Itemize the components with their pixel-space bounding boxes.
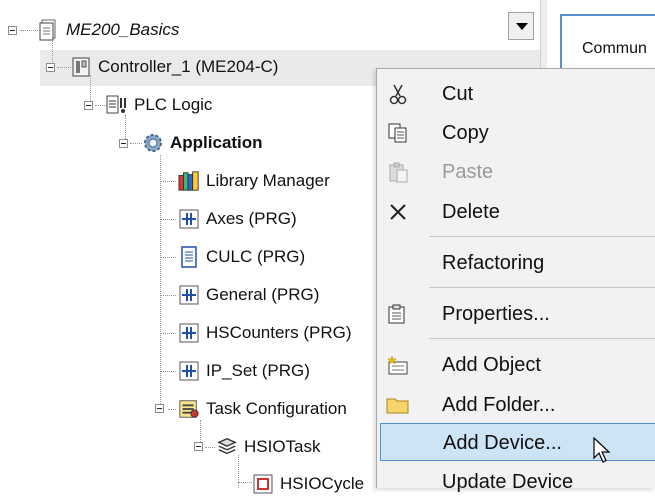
tree-node-application[interactable]: Application (142, 126, 263, 160)
tree-connector (20, 30, 38, 31)
task-stack-icon (216, 435, 238, 459)
menu-item-paste[interactable]: Paste (377, 153, 655, 191)
menu-item-label: Delete (442, 201, 500, 223)
tree-dropdown-button[interactable] (508, 12, 534, 40)
plc-logic-icon (106, 93, 128, 117)
tree-node-label: HSIOCycle (280, 474, 365, 493)
menu-item-add-object[interactable]: Add Object (377, 346, 655, 384)
tree-connector (160, 295, 176, 296)
tree-node-library-manager[interactable]: Library Manager (178, 164, 330, 198)
menu-item-label: Add Object (442, 354, 541, 376)
tree-connector (160, 333, 176, 334)
menu-item-label: Properties... (442, 303, 550, 325)
communication-tab[interactable]: Commun (560, 14, 655, 74)
menu-item-label: Cut (442, 83, 474, 105)
menu-item-label: Paste (442, 161, 494, 183)
menu-item-update-device[interactable]: Update Device (377, 463, 655, 501)
tree-node-hsiocycle[interactable]: HSIOCycle (252, 467, 364, 501)
collapse-toggle[interactable] (8, 26, 17, 35)
menu-item-refactoring[interactable]: Refactoring (377, 244, 655, 282)
menu-item-label: Refactoring (442, 252, 545, 274)
menu-item-add-folder[interactable]: Add Folder... (377, 386, 655, 424)
program-call-icon (252, 472, 274, 496)
collapse-toggle[interactable] (194, 442, 203, 451)
menu-separator (429, 236, 655, 237)
tree-connector (238, 482, 252, 483)
tree-node-hscounters[interactable]: HSCounters (PRG) (178, 316, 351, 350)
menu-item-add-device[interactable]: Add Device... (380, 423, 655, 463)
tree-node-general[interactable]: General (PRG) (178, 278, 319, 312)
menu-item-label: Add Device... (443, 432, 562, 454)
tree-connector (168, 409, 176, 410)
folder-icon (385, 393, 411, 417)
menu-item-cut[interactable]: Cut (377, 75, 655, 113)
add-object-icon (385, 353, 411, 377)
menu-separator (429, 287, 655, 288)
tree-node-plc-logic[interactable]: PLC Logic (106, 88, 212, 122)
menu-item-delete[interactable]: Delete (377, 193, 655, 231)
task-config-icon (178, 397, 200, 421)
menu-item-properties[interactable]: Properties... (377, 295, 655, 333)
communication-tab-label: Commun (582, 40, 647, 57)
scissors-icon (385, 82, 411, 106)
program-icon (178, 283, 200, 307)
controller-device-icon (70, 55, 92, 79)
tree-node-label: IP_Set (PRG) (206, 361, 310, 380)
copy-icon (385, 121, 411, 145)
tree-node-label: HSCounters (PRG) (206, 323, 352, 342)
tree-node-label: HSIOTask (244, 437, 321, 456)
tree-node-task-configuration[interactable]: Task Configuration (178, 392, 347, 426)
paste-icon (385, 160, 411, 184)
tree-connector (160, 257, 176, 258)
tree-node-hsiotask[interactable]: HSIOTask (216, 430, 321, 464)
project-document-icon (38, 18, 60, 42)
tree-node-label: PLC Logic (134, 95, 213, 114)
collapse-toggle[interactable] (46, 63, 55, 72)
tree-connector (160, 371, 176, 372)
tree-connector (130, 143, 142, 144)
menu-item-label: Copy (442, 122, 489, 144)
collapse-toggle[interactable] (84, 101, 93, 110)
document-icon (178, 245, 200, 269)
tree-node-label: Task Configuration (206, 399, 347, 418)
tree-node-label: CULC (PRG) (206, 247, 306, 266)
tree-connector (160, 181, 176, 182)
collapse-toggle[interactable] (119, 139, 128, 148)
tree-node-label: Controller_1 (ME204-C) (98, 57, 279, 76)
tree-node-label: General (PRG) (206, 285, 320, 304)
program-icon (178, 321, 200, 345)
program-icon (178, 207, 200, 231)
tree-node-controller[interactable]: Controller_1 (ME204-C) (70, 50, 278, 84)
tree-node-label: Axes (PRG) (206, 209, 297, 228)
tree-node-label: Application (170, 133, 263, 152)
tree-connector (205, 447, 215, 448)
tree-connector (57, 67, 71, 68)
tree-node-culc[interactable]: CULC (PRG) (178, 240, 305, 274)
menu-separator (429, 338, 655, 339)
menu-item-copy[interactable]: Copy (377, 114, 655, 152)
tree-node-label: Library Manager (206, 171, 330, 190)
tree-node-root[interactable]: ME200_Basics (38, 13, 179, 47)
tree-node-label: ME200_Basics (66, 20, 180, 39)
tree-node-ip-set[interactable]: IP_Set (PRG) (178, 354, 310, 388)
tree-connector (160, 219, 176, 220)
gear-icon (142, 131, 164, 155)
library-icon (178, 169, 200, 193)
tree-node-axes[interactable]: Axes (PRG) (178, 202, 297, 236)
context-menu: Cut Copy Paste Delete Refactoring Proper… (376, 68, 655, 493)
delete-x-icon (385, 200, 411, 224)
properties-icon (385, 302, 411, 326)
program-icon (178, 359, 200, 383)
menu-item-label: Add Folder... (442, 394, 556, 416)
menu-item-label: Update Device (442, 471, 574, 493)
collapse-toggle[interactable] (155, 404, 164, 413)
